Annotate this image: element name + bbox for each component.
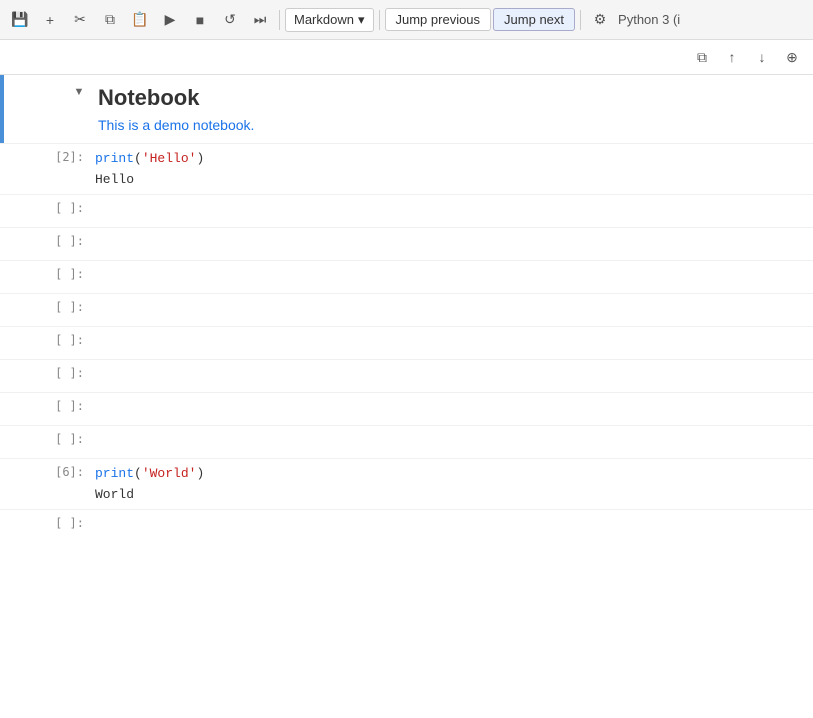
output-line: World (95, 485, 804, 504)
jump-next-button[interactable]: Jump next (493, 8, 575, 31)
output-line: Hello (95, 170, 804, 189)
code-cell: [ ]: (0, 392, 813, 425)
cell-execution-count: [ ]: (0, 426, 90, 458)
cell-execution-count: [ ]: (0, 228, 90, 260)
code-line: print('Hello') (95, 149, 804, 170)
cut-button[interactable]: ✂ (66, 6, 94, 34)
separator-2 (379, 10, 380, 30)
cell-body[interactable] (90, 393, 813, 425)
add-cell-button[interactable]: + (36, 6, 64, 34)
cell-execution-count: [ ]: (0, 360, 90, 392)
cell-body[interactable] (90, 327, 813, 359)
code-cell: [ ]: (0, 293, 813, 326)
run-button[interactable]: ▶ (156, 6, 184, 34)
cell-type-label: Markdown (294, 12, 354, 27)
kernel-settings-icon[interactable]: ⚙ (586, 6, 614, 34)
code-cell: [ ]: (0, 326, 813, 359)
code-cell: [2]:print('Hello')Hello (0, 143, 813, 194)
markdown-cell: ▼ Notebook This is a demo notebook. (0, 75, 813, 143)
code-cell: [ ]: (0, 260, 813, 293)
markdown-cell-sidebar: ▼ (4, 75, 94, 143)
notebook-description: This is a demo notebook. (98, 117, 805, 133)
cell-body[interactable] (90, 195, 813, 227)
code-cell: [6]:print('World')World (0, 458, 813, 509)
cell-copy-icon[interactable]: ⧉ (689, 44, 715, 70)
cells-container: [2]:print('Hello')Hello[ ]:[ ]:[ ]:[ ]:[… (0, 143, 813, 542)
notebook-area: ▼ Notebook This is a demo notebook. [2]:… (0, 75, 813, 715)
cell-execution-count: [ ]: (0, 510, 90, 542)
toolbar: 💾 + ✂ ⧉ 📋 ▶ ■ ↺ ⏭ Markdown ▾ Jump previo… (0, 0, 813, 40)
cell-execution-count: [ ]: (0, 393, 90, 425)
cell-actions-bar: ⧉ ↑ ↓ ⊕ (0, 40, 813, 75)
cell-execution-count: [ ]: (0, 327, 90, 359)
cell-body[interactable] (90, 294, 813, 326)
save-button[interactable]: 💾 (6, 6, 34, 34)
code-line: print('World') (95, 464, 804, 485)
cell-body[interactable]: print('Hello')Hello (90, 144, 813, 194)
cell-execution-count: [ ]: (0, 195, 90, 227)
cell-body[interactable] (90, 510, 813, 542)
paste-button[interactable]: 📋 (126, 6, 154, 34)
code-cell: [ ]: (0, 194, 813, 227)
code-cell: [ ]: (0, 227, 813, 260)
cell-body[interactable] (90, 261, 813, 293)
code-cell: [ ]: (0, 509, 813, 542)
markdown-cell-content: Notebook This is a demo notebook. (94, 75, 813, 143)
notebook-title: Notebook (98, 85, 805, 111)
cell-type-dropdown[interactable]: Markdown ▾ (285, 8, 374, 32)
cell-execution-count: [ ]: (0, 294, 90, 326)
cell-execution-count: [6]: (0, 459, 90, 509)
cell-body[interactable] (90, 426, 813, 458)
cell-body[interactable]: print('World')World (90, 459, 813, 509)
separator-3 (580, 10, 581, 30)
code-cell: [ ]: (0, 359, 813, 392)
cell-body[interactable] (90, 228, 813, 260)
cell-move-down-icon[interactable]: ↓ (749, 44, 775, 70)
fast-forward-button[interactable]: ⏭ (246, 6, 274, 34)
separator-1 (279, 10, 280, 30)
code-cell: [ ]: (0, 425, 813, 458)
jump-previous-button[interactable]: Jump previous (385, 8, 492, 31)
copy-button[interactable]: ⧉ (96, 6, 124, 34)
cell-body[interactable] (90, 360, 813, 392)
cell-more-icon[interactable]: ⊕ (779, 44, 805, 70)
python-label: Python 3 (i (618, 12, 680, 27)
restart-button[interactable]: ↺ (216, 6, 244, 34)
collapse-button[interactable]: ▼ (70, 83, 88, 101)
cell-execution-count: [ ]: (0, 261, 90, 293)
cell-move-up-icon[interactable]: ↑ (719, 44, 745, 70)
dropdown-chevron-icon: ▾ (358, 12, 365, 28)
stop-button[interactable]: ■ (186, 6, 214, 34)
cell-execution-count: [2]: (0, 144, 90, 194)
